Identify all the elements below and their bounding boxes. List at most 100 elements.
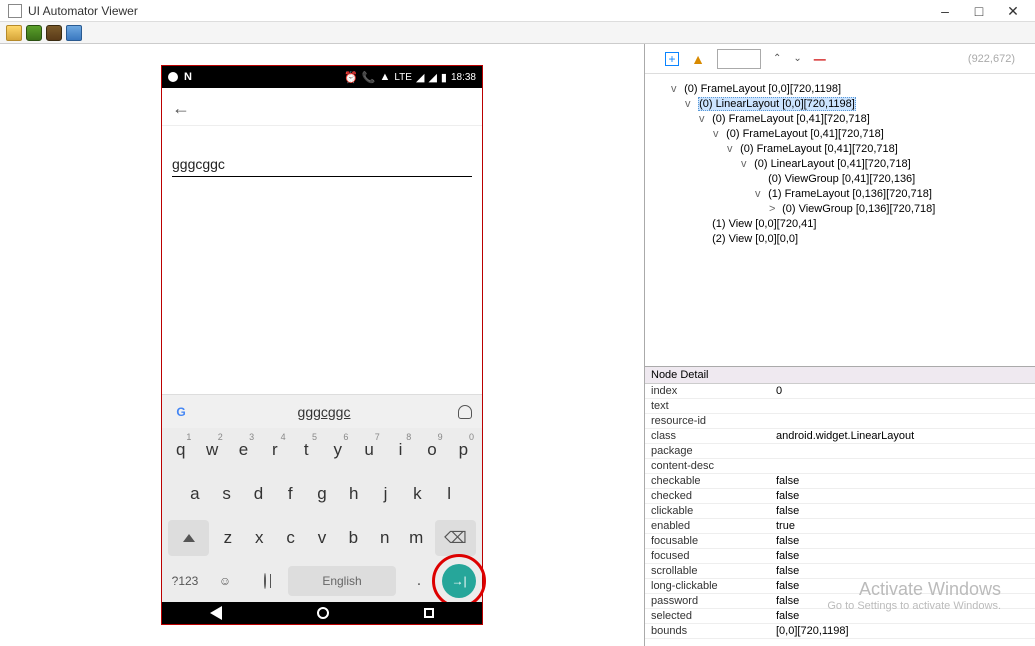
key-h[interactable]: h [339, 476, 369, 512]
key-b[interactable]: b [339, 520, 368, 556]
emoji-key[interactable]: ☺ [208, 574, 242, 588]
main-toolbar [0, 22, 1035, 44]
tree-node[interactable]: v (0) FrameLayout [0,41][720,718] [651, 127, 1029, 142]
detail-row: selectedfalse [645, 609, 1035, 624]
key-c[interactable]: c [276, 520, 305, 556]
detail-row: text [645, 399, 1035, 414]
key-z[interactable]: z [213, 520, 242, 556]
tree-node[interactable]: v (0) LinearLayout [0,41][720,718] [651, 157, 1029, 172]
node-detail-header: Node Detail [645, 367, 1035, 384]
detail-row: bounds[0,0][720,1198] [645, 624, 1035, 639]
shift-key[interactable] [168, 520, 209, 556]
detail-row: checkablefalse [645, 474, 1035, 489]
tree-node[interactable]: v (0) FrameLayout [0,41][720,718] [651, 142, 1029, 157]
node-detail-pane: Node Detail index0textresource-idclassan… [645, 366, 1035, 646]
screenshot-pane: N ⏰ 📞 ▲ LTE ◢ ◢ ▮ 18:38 ← gggcggc [0, 44, 645, 646]
search-next-button[interactable]: ⌄ [793, 53, 801, 64]
key-s[interactable]: s [212, 476, 242, 512]
tree-node[interactable]: v (1) FrameLayout [0,136][720,718] [651, 187, 1029, 202]
soft-keyboard: G gggcggc 1q2w3e4r5t6y7u8i9o0p asdfghjkl… [162, 394, 482, 602]
key-m[interactable]: m [401, 520, 430, 556]
device-dump-icon[interactable] [26, 25, 42, 41]
key-x[interactable]: x [245, 520, 274, 556]
hierarchy-tree[interactable]: v (0) FrameLayout [0,0][720,1198]v (0) L… [645, 74, 1035, 366]
nav-back-icon[interactable] [210, 606, 222, 620]
alarm-icon: ⏰ [344, 71, 358, 84]
tree-node[interactable]: v (0) FrameLayout [0,0][720,1198] [651, 82, 1029, 97]
key-g[interactable]: g [307, 476, 337, 512]
tree-toolbar: + ▲ ⌃ ⌄ — (922,672) [645, 44, 1035, 74]
android-navbar [162, 602, 482, 624]
signal-icon: ◢ [416, 71, 424, 84]
key-k[interactable]: k [402, 476, 432, 512]
tree-node[interactable]: > (0) ViewGroup [0,136][720,718] [651, 202, 1029, 217]
detail-row: scrollablefalse [645, 564, 1035, 579]
key-y[interactable]: 6y [323, 432, 352, 468]
window-close-button[interactable] [1005, 3, 1021, 19]
key-p[interactable]: 0p [449, 432, 478, 468]
tree-node[interactable]: (2) View [0,0][0,0] [651, 232, 1029, 247]
nav-home-icon[interactable] [317, 607, 329, 619]
key-n[interactable]: n [370, 520, 399, 556]
status-n-icon: N [184, 71, 192, 83]
search-input[interactable] [717, 49, 761, 69]
google-icon[interactable]: G [172, 403, 190, 421]
detail-row: content-desc [645, 459, 1035, 474]
enter-key[interactable]: →| [442, 564, 476, 598]
clear-button[interactable]: — [814, 52, 826, 66]
backspace-key[interactable]: ⌫ [435, 520, 476, 556]
key-f[interactable]: f [275, 476, 305, 512]
window-title: UI Automator Viewer [28, 4, 937, 18]
detail-row: checkedfalse [645, 489, 1035, 504]
detail-row: index0 [645, 384, 1035, 399]
key-v[interactable]: v [307, 520, 336, 556]
detail-row: focusedfalse [645, 549, 1035, 564]
symbols-key[interactable]: ?123 [168, 574, 202, 588]
expand-all-button[interactable]: + [665, 52, 679, 66]
window-minimize-button[interactable] [937, 3, 953, 19]
save-icon[interactable] [66, 25, 82, 41]
key-e[interactable]: 3e [229, 432, 258, 468]
detail-row: focusablefalse [645, 534, 1035, 549]
tree-node[interactable]: v (0) FrameLayout [0,41][720,718] [651, 112, 1029, 127]
window-maximize-button[interactable] [971, 3, 987, 19]
key-q[interactable]: 1q [166, 432, 195, 468]
highlight-circle [432, 554, 486, 608]
key-l[interactable]: l [434, 476, 464, 512]
detail-row: clickablefalse [645, 504, 1035, 519]
back-arrow-icon[interactable]: ← [172, 98, 190, 116]
detail-row: classandroid.widget.LinearLayout [645, 429, 1035, 444]
suggestion-text[interactable]: gggcggc [190, 404, 458, 420]
detail-row: enabledtrue [645, 519, 1035, 534]
period-key[interactable]: . [402, 572, 436, 590]
naf-toggle-button[interactable]: ▲ [691, 52, 705, 66]
key-j[interactable]: j [371, 476, 401, 512]
key-u[interactable]: 7u [354, 432, 383, 468]
device-dump-compressed-icon[interactable] [46, 25, 62, 41]
signal-icon-2: ◢ [428, 71, 436, 84]
tree-node[interactable]: (1) View [0,0][720,41] [651, 217, 1029, 232]
language-key[interactable] [248, 574, 282, 588]
space-key[interactable]: English [288, 566, 396, 596]
detail-row: long-clickablefalse [645, 579, 1035, 594]
key-t[interactable]: 5t [292, 432, 321, 468]
key-d[interactable]: d [244, 476, 274, 512]
clock-label: 18:38 [451, 72, 476, 83]
device-screenshot[interactable]: N ⏰ 📞 ▲ LTE ◢ ◢ ▮ 18:38 ← gggcggc [161, 65, 483, 625]
android-statusbar: N ⏰ 📞 ▲ LTE ◢ ◢ ▮ 18:38 [162, 66, 482, 88]
text-input[interactable]: gggcggc [172, 156, 472, 177]
key-o[interactable]: 9o [417, 432, 446, 468]
tree-node[interactable]: (0) ViewGroup [0,41][720,136] [651, 172, 1029, 187]
key-r[interactable]: 4r [260, 432, 289, 468]
key-a[interactable]: a [180, 476, 210, 512]
mic-icon[interactable] [458, 405, 472, 419]
key-i[interactable]: 8i [386, 432, 415, 468]
network-label: LTE [394, 72, 412, 83]
open-folder-icon[interactable] [6, 25, 22, 41]
battery-icon: ▮ [441, 71, 447, 84]
window-titlebar: UI Automator Viewer [0, 0, 1035, 22]
tree-node[interactable]: v (0) LinearLayout [0,0][720,1198] [651, 97, 1029, 112]
key-w[interactable]: 2w [197, 432, 226, 468]
nav-recent-icon[interactable] [424, 608, 434, 618]
search-prev-button[interactable]: ⌃ [773, 53, 781, 64]
